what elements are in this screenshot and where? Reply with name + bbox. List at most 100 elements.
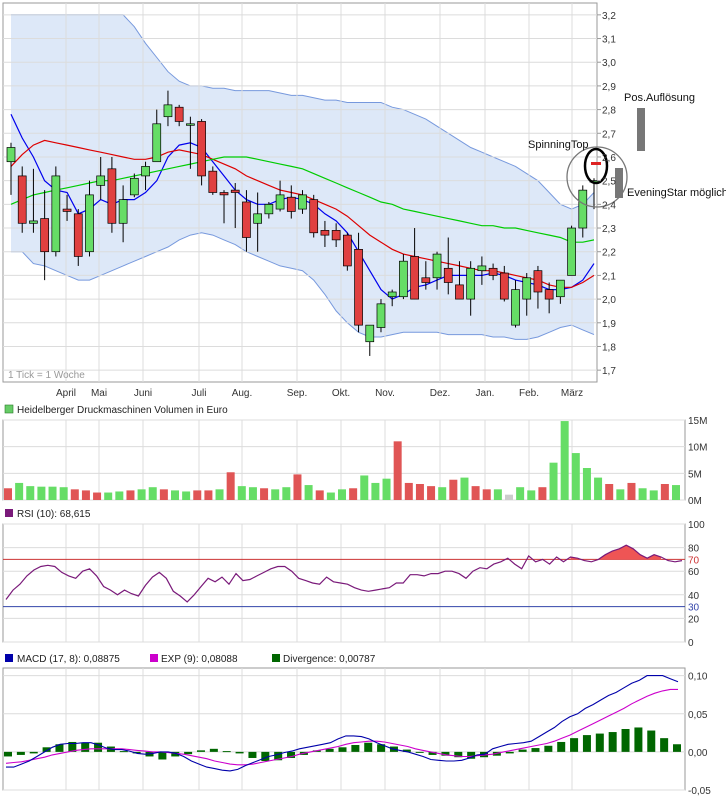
- volume-bar: [638, 488, 647, 500]
- candle-up: [129, 177, 139, 196]
- divergence-bar: [196, 750, 205, 752]
- volume-bar: [115, 491, 124, 500]
- price-x-tick-label: Feb.: [519, 388, 539, 399]
- candle-up: [275, 194, 285, 210]
- rsi-y-tick-label: 60: [688, 567, 700, 578]
- volume-bar: [393, 441, 402, 500]
- volume-bar: [193, 490, 202, 500]
- candle-down: [421, 277, 431, 283]
- volume-bar: [171, 490, 179, 500]
- candle-up: [387, 291, 397, 298]
- candle-down: [443, 267, 453, 283]
- divergence-bar: [4, 751, 12, 757]
- price-y-tick-label: 2,1: [602, 271, 616, 282]
- volume-bar: [326, 492, 335, 500]
- divergence-bar: [660, 738, 669, 752]
- rsi-y-tick-label: 80: [688, 544, 700, 555]
- volume-bar: [427, 486, 436, 500]
- price-y-tick-label: 2,2: [602, 248, 616, 259]
- candle-up: [432, 253, 442, 279]
- divergence-legend-swatch: [272, 654, 280, 662]
- divergence-bar: [338, 747, 347, 752]
- candle-up: [163, 104, 173, 118]
- volume-bar: [148, 487, 157, 500]
- volume-bar: [493, 489, 502, 500]
- volume-bar: [349, 488, 358, 500]
- volume-bar: [449, 479, 458, 500]
- volume-bar: [471, 486, 480, 500]
- volume-bar: [48, 486, 57, 500]
- price-x-tick-label: Dez.: [430, 388, 451, 399]
- candle-up: [466, 267, 476, 300]
- volume-bar: [527, 490, 536, 500]
- candle-down: [499, 272, 509, 300]
- macd-y-tick-label: -0,05: [688, 786, 711, 796]
- macd-y-tick-label: 0,05: [688, 710, 708, 721]
- divergence-bar: [608, 732, 617, 752]
- divergence-bar: [505, 751, 514, 754]
- volume-y-tick-label: 0M: [688, 496, 702, 507]
- rsi-y-tick-label: 0: [688, 638, 694, 649]
- price-x-tick-label: Nov.: [375, 388, 395, 399]
- divergence-bar: [235, 751, 244, 754]
- price-y-tick-label: 1,8: [602, 342, 616, 353]
- macd-y-tick-label: 0,00: [688, 748, 708, 759]
- volume-bar: [672, 485, 680, 500]
- price-y-tick-label: 2,3: [602, 224, 616, 235]
- price-y-tick-label: 2,8: [602, 106, 616, 117]
- rsi-y-tick-label: 100: [688, 520, 705, 531]
- candle-down: [488, 267, 498, 276]
- divergence-bar: [557, 741, 566, 752]
- candle-up: [152, 123, 162, 163]
- volume-bar: [70, 489, 79, 500]
- candle-up: [511, 289, 520, 326]
- divergence-bar: [29, 751, 38, 754]
- volume-bar: [382, 478, 391, 500]
- volume-bar: [516, 487, 525, 500]
- volume-bar: [237, 486, 246, 500]
- volume-bar: [93, 492, 102, 500]
- volume-bar: [549, 462, 558, 500]
- candle-up: [6, 147, 16, 163]
- volume-bar: [616, 489, 625, 500]
- candle-down: [107, 168, 117, 224]
- candle-up: [376, 303, 386, 328]
- spinning-top-marker: [591, 162, 601, 165]
- volume-bar: [371, 482, 380, 500]
- volume-bar: [304, 485, 313, 500]
- volume-bar: [226, 472, 235, 500]
- volume-bar: [182, 491, 191, 500]
- price-y-tick-label: 1,9: [602, 319, 616, 330]
- price-x-tick-label: Okt.: [332, 388, 350, 399]
- macd-legend-swatch: [5, 654, 13, 662]
- candle-down: [309, 199, 319, 234]
- exp-legend-swatch: [150, 654, 158, 662]
- price-y-tick-label: 1,7: [602, 366, 616, 377]
- price-x-tick-label: Sep.: [287, 388, 308, 399]
- divergence-bar: [119, 751, 128, 753]
- volume-bar: [4, 488, 12, 500]
- candle-up: [118, 199, 128, 224]
- price-y-tick-label: 2,7: [602, 129, 616, 140]
- candle-up: [96, 175, 106, 186]
- candle-down: [242, 201, 251, 238]
- volume-bar: [660, 484, 669, 500]
- divergence-legend-label: Divergence: 0,00787: [283, 654, 376, 665]
- divergence-bar: [621, 729, 630, 752]
- volume-y-tick-label: 5M: [688, 469, 702, 480]
- volume-bar: [15, 482, 24, 500]
- candle-down: [40, 218, 49, 253]
- divergence-bar: [415, 751, 424, 753]
- price-y-tick-label: 2,5: [602, 177, 616, 188]
- candle-up: [556, 279, 565, 298]
- price-y-tick-label: 2,0: [602, 295, 616, 306]
- volume-bar: [282, 487, 291, 500]
- rsi-legend-label: RSI (10): 68,615: [17, 509, 91, 520]
- price-x-tick-label: Juni: [134, 388, 152, 399]
- volume-bar: [460, 477, 469, 500]
- pos-aufloesung-bar: [637, 108, 645, 151]
- divergence-bar: [531, 748, 540, 752]
- volume-bar: [159, 489, 168, 500]
- volume-panel-frame: [2, 419, 686, 501]
- volume-bar: [126, 490, 135, 500]
